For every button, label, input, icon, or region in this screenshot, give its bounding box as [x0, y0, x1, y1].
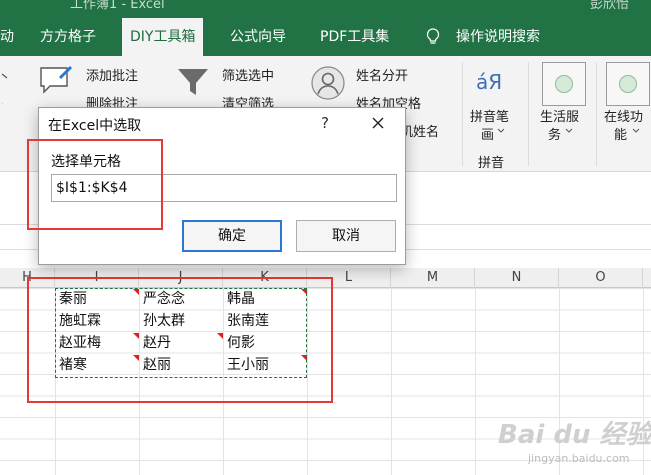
user-name[interactable]: 彭欣怡 — [590, 0, 629, 12]
tab-partial[interactable]: 动 — [0, 18, 14, 56]
dialog-title: 在Excel中选取 — [48, 118, 142, 134]
online-func-label-1[interactable]: 在线功 — [604, 106, 643, 125]
person-icon[interactable] — [311, 66, 345, 100]
tab-search-help[interactable]: 操作说明搜索 — [456, 18, 540, 56]
tab-fangfang-gezi[interactable]: 方方格子 — [40, 18, 96, 56]
grid-line — [391, 288, 392, 475]
title-bar: 工作簿1 - Excel 彭欣怡 — [0, 0, 651, 18]
ribbon-separator — [528, 62, 529, 166]
pinyin-icon[interactable]: áЯ — [476, 70, 502, 94]
chevron-partial-icon — [1, 73, 8, 104]
column-header-o[interactable]: O — [559, 268, 643, 288]
filter-selected-button[interactable]: 筛选选中 — [222, 65, 274, 84]
window-title: 工作簿1 - Excel — [70, 0, 165, 12]
ribbon-separator — [462, 62, 463, 166]
column-header-n[interactable]: N — [475, 268, 559, 288]
ribbon-tab-bar: 动 方方格子 DIY工具箱 公式向导 PDF工具集 操作说明搜索 — [0, 18, 651, 56]
ok-button[interactable]: 确定 — [182, 220, 282, 252]
watermark-logo: Bai du 经验 — [498, 420, 651, 450]
life-service-label-2[interactable]: 务 — [548, 124, 561, 143]
highlight-box-dialog — [27, 139, 163, 230]
close-icon[interactable] — [365, 111, 391, 135]
watermark-url: jingyan.baidu.com — [528, 452, 630, 465]
grid-line — [475, 288, 476, 475]
chevron-down-icon[interactable] — [497, 128, 505, 134]
lightbulb-icon — [426, 28, 440, 44]
column-header-m[interactable]: M — [391, 268, 475, 288]
cancel-button[interactable]: 取消 — [296, 220, 396, 252]
life-service-icon[interactable] — [542, 62, 586, 106]
pinyin-group-label: 拼音 — [478, 156, 505, 171]
watermark: Bai du 经验 jingyan.baidu.com — [498, 414, 651, 474]
add-comment-icon[interactable] — [38, 64, 74, 96]
online-function-icon[interactable] — [606, 62, 650, 106]
add-comment-button[interactable]: 添加批注 — [86, 65, 138, 84]
tab-pdf-tools[interactable]: PDF工具集 — [320, 18, 389, 56]
help-button[interactable]: ? — [315, 111, 335, 135]
split-name-button[interactable]: 姓名分开 — [356, 65, 408, 84]
online-func-label-2[interactable]: 能 — [614, 124, 627, 143]
tab-diy-toolbox[interactable]: DIY工具箱 — [122, 18, 204, 56]
pinyin-pen-label-2[interactable]: 画 — [481, 124, 494, 143]
tab-formula-wizard[interactable]: 公式向导 — [230, 18, 286, 56]
chevron-down-icon[interactable] — [632, 128, 640, 134]
life-service-label-1[interactable]: 生活服 — [540, 106, 579, 125]
filter-icon[interactable] — [176, 66, 210, 98]
ribbon-separator — [596, 62, 597, 166]
highlight-box-cells — [27, 277, 333, 403]
pinyin-pen-label-1[interactable]: 拼音笔 — [470, 106, 509, 125]
chevron-down-icon[interactable] — [565, 128, 573, 134]
